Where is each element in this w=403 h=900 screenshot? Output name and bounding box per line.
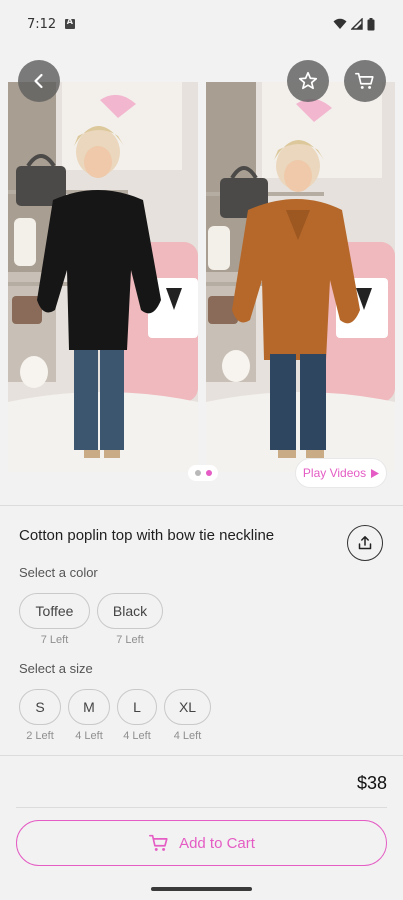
color-section-label: Select a color bbox=[19, 565, 98, 580]
status-bar: 7:12 bbox=[0, 0, 403, 48]
star-icon bbox=[298, 71, 318, 90]
cart-icon bbox=[355, 72, 374, 89]
product-photo-toffee[interactable] bbox=[206, 82, 395, 472]
product-photo-black[interactable] bbox=[8, 82, 198, 472]
size-option-xl-pill[interactable]: XL bbox=[164, 689, 211, 725]
size-option-s-stock: 2 Left bbox=[26, 730, 54, 742]
play-videos-button[interactable]: Play Videos bbox=[295, 458, 387, 488]
cellular-icon bbox=[351, 18, 363, 30]
size-option-m[interactable]: M 4 Left bbox=[68, 689, 110, 742]
play-icon bbox=[371, 468, 380, 478]
arrow-left-icon bbox=[34, 73, 43, 89]
product-title: Cotton poplin top with bow tie neckline bbox=[19, 527, 275, 544]
battery-icon bbox=[367, 17, 375, 30]
color-option-black-pill[interactable]: Black bbox=[97, 593, 163, 629]
page-dot[interactable] bbox=[194, 470, 201, 476]
favorite-button[interactable] bbox=[287, 60, 329, 102]
size-option-m-stock: 4 Left bbox=[75, 730, 103, 742]
size-option-s[interactable]: S 2 Left bbox=[19, 689, 61, 742]
divider bbox=[0, 755, 403, 756]
add-to-cart-label: Add to Cart bbox=[179, 834, 255, 852]
share-icon bbox=[358, 536, 372, 550]
size-section-label: Select a size bbox=[19, 661, 93, 676]
divider bbox=[0, 505, 403, 506]
notification-icon bbox=[65, 17, 76, 29]
color-option-black-stock: 7 Left bbox=[116, 634, 144, 646]
size-option-s-pill[interactable]: S bbox=[19, 689, 61, 725]
color-option-toffee-stock: 7 Left bbox=[40, 634, 69, 646]
gallery-page-indicator bbox=[188, 465, 218, 481]
back-button[interactable] bbox=[18, 60, 60, 102]
cart-button[interactable] bbox=[344, 60, 386, 102]
add-to-cart-button[interactable]: Add to Cart bbox=[16, 820, 387, 866]
home-indicator[interactable] bbox=[151, 887, 252, 891]
color-option-black[interactable]: Black 7 Left bbox=[97, 593, 163, 646]
status-time: 7:12 bbox=[27, 16, 57, 32]
color-option-toffee-pill[interactable]: Toffee bbox=[19, 593, 90, 629]
product-price: $38 bbox=[356, 773, 387, 793]
size-option-l[interactable]: L 4 Left bbox=[117, 689, 157, 742]
color-option-toffee[interactable]: Toffee 7 Left bbox=[19, 593, 90, 646]
size-option-xl-stock: 4 Left bbox=[173, 730, 202, 742]
size-option-l-stock: 4 Left bbox=[123, 730, 151, 742]
play-videos-label: Play Videos bbox=[302, 466, 367, 480]
cart-icon bbox=[149, 834, 168, 851]
size-option-l-pill[interactable]: L bbox=[117, 689, 157, 725]
product-image-gallery[interactable]: Play Videos bbox=[0, 48, 403, 502]
wifi-icon bbox=[333, 18, 347, 29]
share-button[interactable] bbox=[347, 525, 383, 561]
size-option-m-pill[interactable]: M bbox=[68, 689, 110, 725]
page-dot-active[interactable] bbox=[205, 470, 212, 476]
divider bbox=[16, 807, 387, 808]
size-option-xl[interactable]: XL 4 Left bbox=[164, 689, 211, 742]
